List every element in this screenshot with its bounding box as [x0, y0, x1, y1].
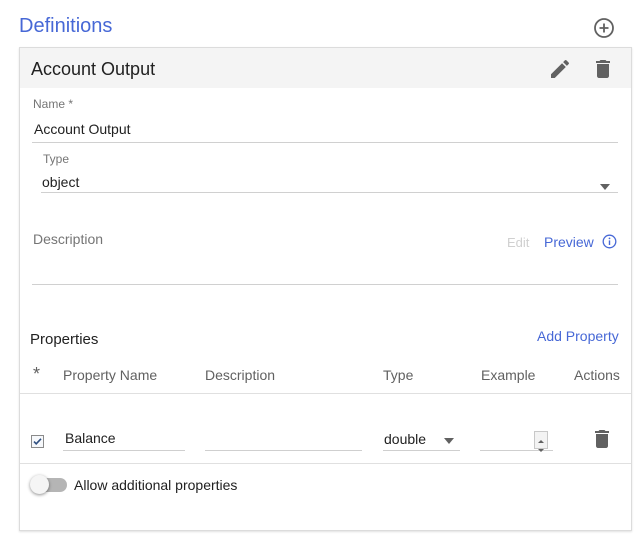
- delete-property-button[interactable]: [590, 427, 614, 451]
- caret-down-icon: [444, 431, 454, 449]
- properties-title: Properties: [30, 331, 99, 348]
- required-checkbox[interactable]: [31, 435, 44, 448]
- property-name-column-header: Property Name: [63, 367, 158, 383]
- check-icon: [33, 438, 42, 445]
- description-info-button[interactable]: [602, 234, 617, 254]
- property-example-input[interactable]: [480, 430, 553, 452]
- trash-icon: [596, 60, 610, 78]
- delete-definition-button[interactable]: [591, 57, 615, 81]
- property-description-input[interactable]: [205, 430, 362, 451]
- definition-card: Account Output Name * Account Output Typ…: [19, 47, 632, 531]
- name-underline: [32, 142, 618, 143]
- name-input[interactable]: Account Output: [34, 121, 131, 137]
- type-select[interactable]: object: [42, 174, 79, 190]
- table-header-divider: [20, 393, 631, 394]
- description-label: Description: [33, 231, 104, 247]
- pencil-icon: [551, 59, 570, 78]
- caret-down-icon: [600, 184, 610, 190]
- name-label: Name *: [33, 97, 74, 111]
- property-name-input[interactable]: [63, 430, 185, 451]
- table-row: double: [20, 414, 631, 464]
- add-property-link[interactable]: Add Property: [537, 328, 619, 344]
- example-column-header: Example: [481, 367, 536, 383]
- type-label: Type: [43, 152, 70, 166]
- property-type-value: double: [384, 431, 427, 447]
- description-column-header: Description: [205, 367, 276, 383]
- add-definition-button[interactable]: [592, 16, 616, 40]
- property-type-select[interactable]: double: [383, 430, 460, 451]
- actions-column-header: Actions: [574, 367, 620, 383]
- number-stepper[interactable]: [534, 431, 548, 452]
- additional-properties-toggle[interactable]: [30, 474, 70, 496]
- trash-icon: [595, 430, 609, 448]
- edit-description-link[interactable]: Edit: [507, 235, 529, 250]
- table-row-divider: [20, 463, 631, 464]
- additional-properties-label: Allow additional properties: [74, 477, 238, 493]
- type-underline: [41, 192, 618, 193]
- required-column-header: *: [33, 364, 41, 384]
- toggle-thumb: [30, 475, 49, 494]
- add-circle-outline-icon: [594, 18, 614, 38]
- stepper-down-icon[interactable]: [535, 441, 547, 452]
- preview-description-link[interactable]: Preview: [544, 234, 594, 250]
- info-icon: [602, 234, 617, 249]
- definition-title: Account Output: [31, 59, 156, 79]
- definitions-title: Definitions: [19, 15, 113, 37]
- stepper-up-icon[interactable]: [535, 432, 547, 443]
- definition-card-header: Account Output: [20, 48, 631, 88]
- edit-definition-button[interactable]: [548, 57, 572, 81]
- type-column-header: Type: [383, 367, 414, 383]
- description-underline: [32, 284, 618, 285]
